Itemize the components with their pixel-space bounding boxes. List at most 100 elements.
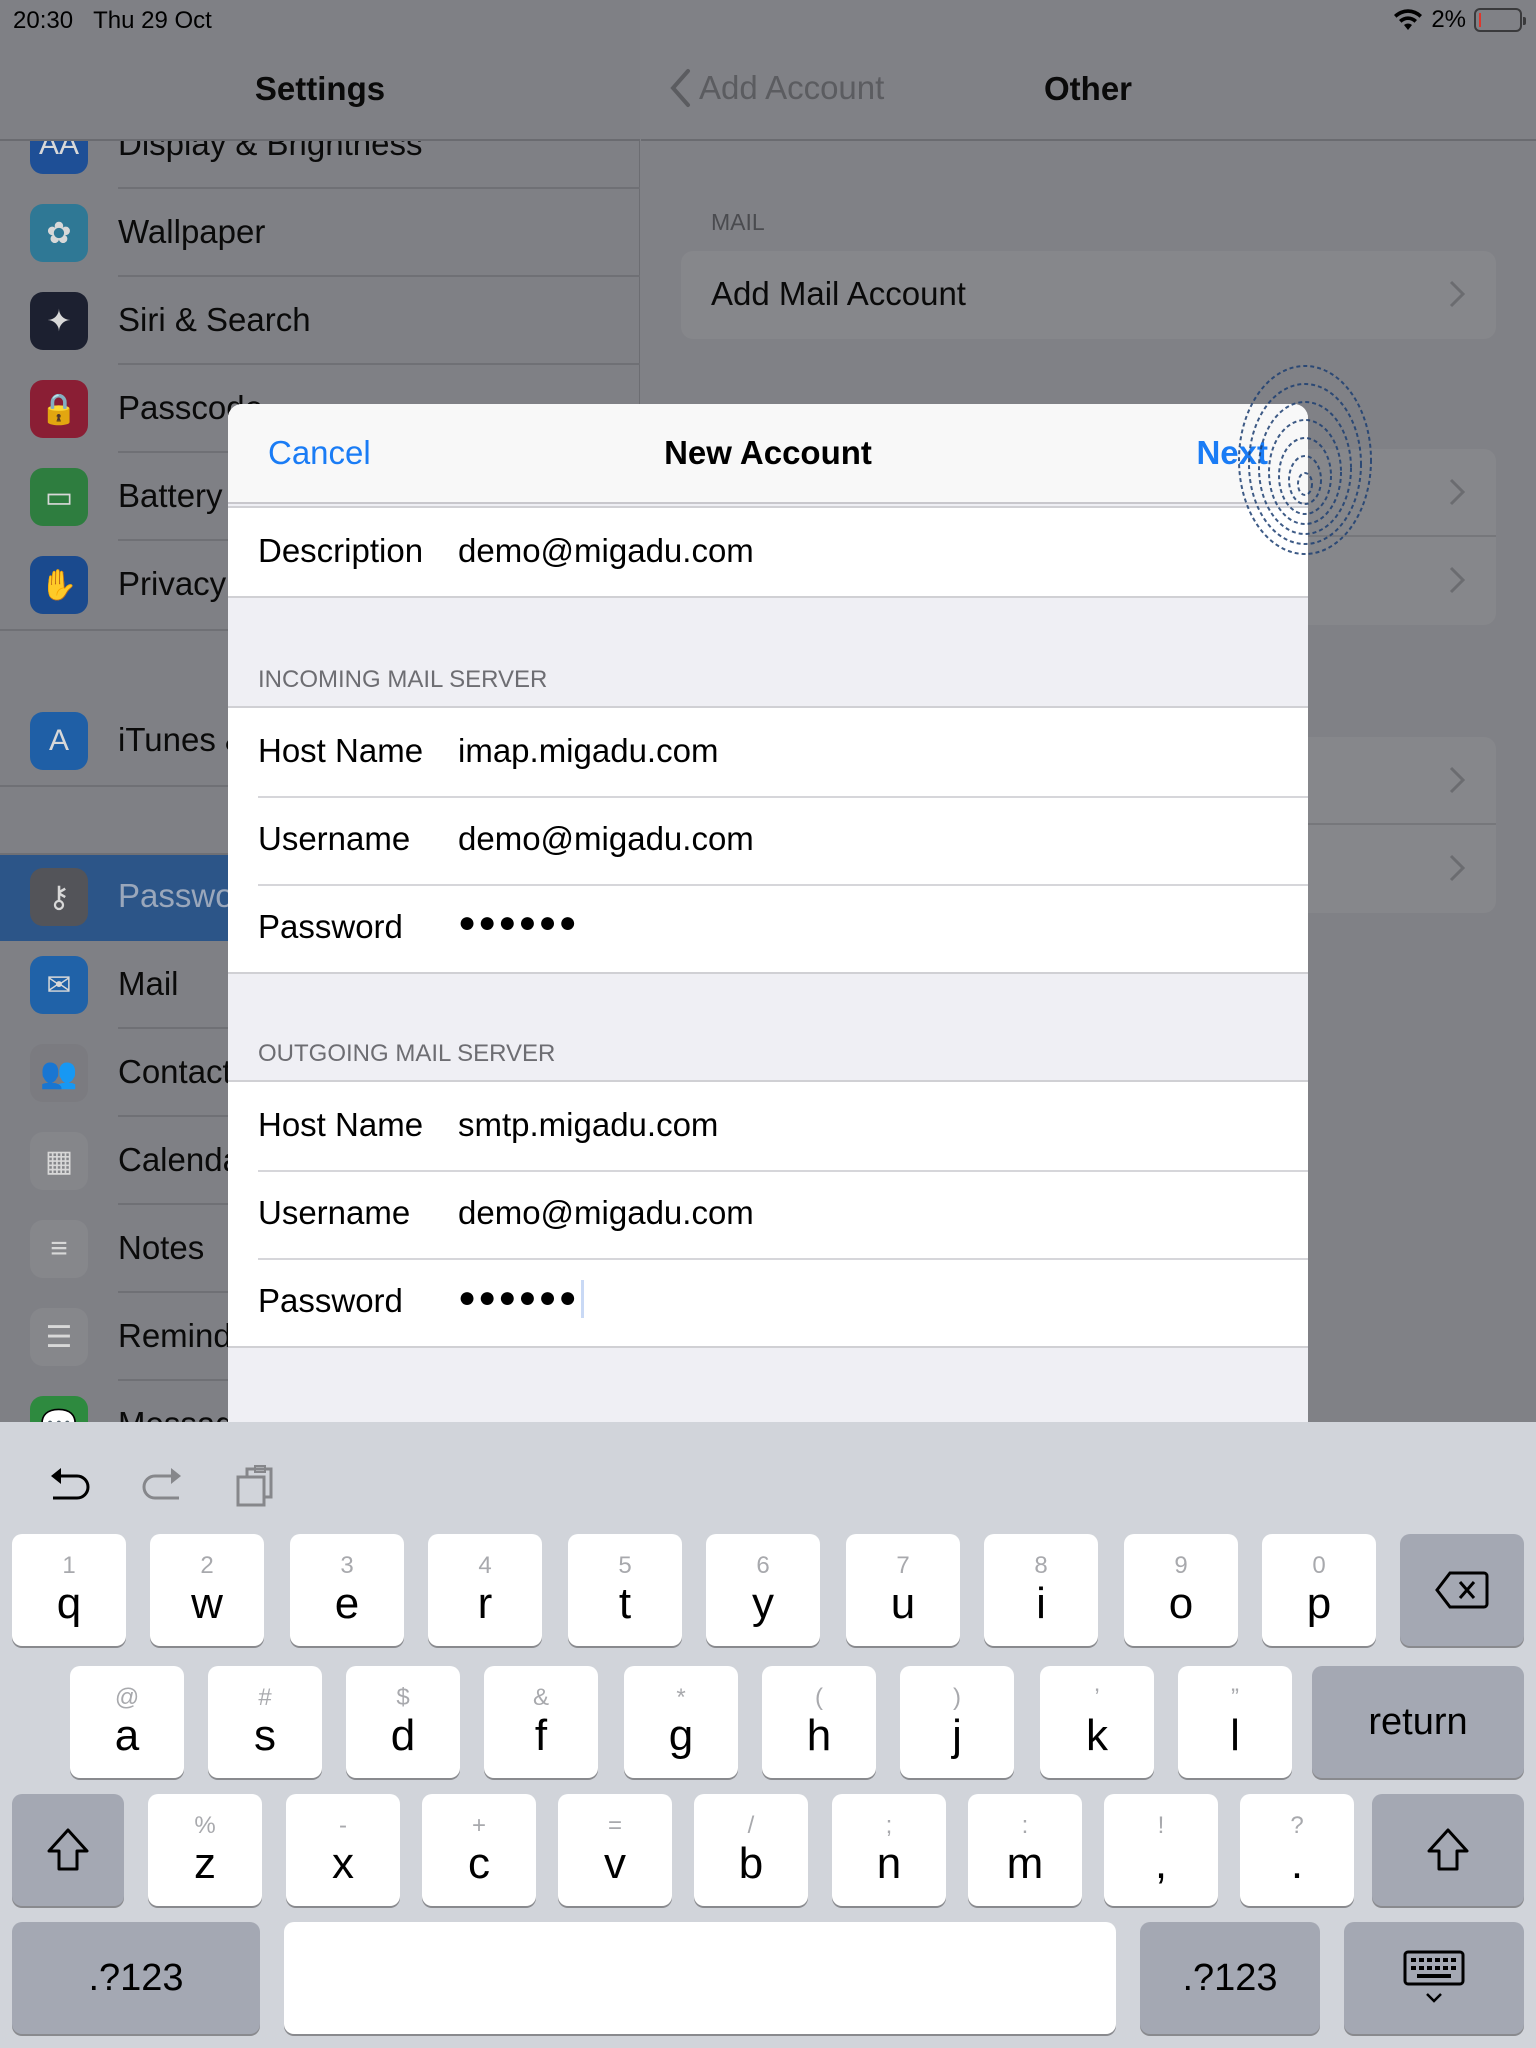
key-alt-label: 5 [618, 1552, 632, 1579]
key-p[interactable]: 0p [1262, 1534, 1376, 1646]
incoming-password-field[interactable]: ●●●●●● [458, 906, 579, 940]
battery-icon: ▭ [30, 468, 88, 526]
shift-right-key[interactable] [1372, 1794, 1524, 1906]
key-o[interactable]: 9o [1124, 1534, 1238, 1646]
key-n[interactable]: ; n [832, 1794, 946, 1906]
settings-item-label: Siri & Search [118, 301, 311, 338]
delete-key[interactable] [1400, 1534, 1524, 1646]
key-label: , [1154, 1839, 1168, 1888]
key-alt-label: 1 [62, 1552, 76, 1579]
key-s[interactable]: # s [208, 1666, 322, 1778]
back-button[interactable]: Add Account [669, 68, 884, 108]
redo-button[interactable] [132, 1456, 192, 1516]
key-e[interactable]: 3e [290, 1534, 404, 1646]
siri-icon: ✦ [30, 292, 88, 350]
key-j[interactable]: ) j [900, 1666, 1014, 1778]
reminders-icon: ☰ [30, 1308, 88, 1366]
space-key[interactable] [284, 1922, 1116, 2034]
calendar-icon: ▦ [30, 1132, 88, 1190]
chevron-right-icon [1449, 766, 1466, 794]
key-alt-label: ! [1157, 1812, 1165, 1839]
return-key-label: return [1368, 1700, 1468, 1743]
outgoing-password-field[interactable]: ●●●●●● [458, 1280, 584, 1318]
key-label: u [890, 1579, 916, 1628]
battery-percent: 2% [1431, 6, 1466, 33]
key-w[interactable]: 2w [150, 1534, 264, 1646]
key-y[interactable]: 6y [706, 1534, 820, 1646]
outgoing-password-dots: ●●●●●● [458, 1280, 579, 1314]
key-r[interactable]: 4r [428, 1534, 542, 1646]
outgoing-host-row[interactable]: Host Name smtp.migadu.com [228, 1082, 1308, 1170]
incoming-username-label: Username [258, 820, 411, 857]
key-label: e [334, 1579, 360, 1628]
incoming-password-label: Password [258, 908, 403, 945]
outgoing-host-field[interactable]: smtp.migadu.com [458, 1106, 718, 1144]
key-h[interactable]: (h [762, 1666, 876, 1778]
paste-button[interactable] [225, 1456, 285, 1516]
key-v[interactable]: = v [558, 1794, 672, 1906]
key-alt-label: @ [114, 1684, 140, 1711]
outgoing-password-row[interactable]: Password ●●●●●● [228, 1258, 1308, 1346]
incoming-password-row[interactable]: Password ●●●●●● [228, 884, 1308, 972]
key-period[interactable]: ?. [1240, 1794, 1354, 1906]
detail-title: Other [1044, 70, 1133, 107]
settings-item[interactable]: ✿ Wallpaper [0, 189, 640, 277]
privacy-hand-icon: ✋ [30, 556, 88, 614]
description-field[interactable]: demo@migadu.com [458, 532, 754, 570]
status-time: 20:30 Thu 29 Oct [13, 7, 212, 35]
key-i[interactable]: 8i [984, 1534, 1098, 1646]
key-g[interactable]: * g [624, 1666, 738, 1778]
outgoing-group: Host Name smtp.migadu.com Username demo@… [228, 1080, 1308, 1348]
key-u[interactable]: 7u [846, 1534, 960, 1646]
key-label: y [752, 1579, 774, 1628]
key-b[interactable]: / b [694, 1794, 808, 1906]
description-row[interactable]: Description demo@migadu.com [228, 508, 1308, 596]
key-alt-label: - [339, 1812, 347, 1839]
outgoing-username-field[interactable]: demo@migadu.com [458, 1194, 754, 1232]
chevron-right-icon [1449, 478, 1466, 506]
key-label: v [604, 1839, 626, 1888]
incoming-host-field[interactable]: imap.migadu.com [458, 732, 718, 770]
key-comma[interactable]: !, [1104, 1794, 1218, 1906]
key-k[interactable]: ’ k [1040, 1666, 1154, 1778]
dismiss-keyboard-key[interactable] [1344, 1922, 1524, 2034]
add-mail-account-row[interactable]: Add Mail Account [681, 251, 1496, 339]
key-label: x [332, 1839, 354, 1888]
numbers-left-key[interactable]: .?123 [12, 1922, 260, 2034]
settings-item[interactable]: ✦ Siri & Search [0, 277, 640, 365]
key-alt-label: ” [1231, 1684, 1239, 1711]
shift-left-key[interactable] [12, 1794, 124, 1906]
key-a[interactable]: @ a [70, 1666, 184, 1778]
key-c[interactable]: + c [422, 1794, 536, 1906]
key-l[interactable]: ” l [1178, 1666, 1292, 1778]
mail-group: Add Mail Account [681, 251, 1496, 339]
settings-title: Settings [254, 70, 386, 107]
undo-button[interactable] [40, 1456, 100, 1516]
outgoing-username-row[interactable]: Username demo@migadu.com [228, 1170, 1308, 1258]
key-alt-label: : [1021, 1812, 1029, 1839]
key-q[interactable]: 1q [12, 1534, 126, 1646]
key-d[interactable]: $ d [346, 1666, 460, 1778]
numbers-right-key[interactable]: .?123 [1140, 1922, 1320, 2034]
key-label: o [1168, 1579, 1194, 1628]
key-label: q [56, 1579, 82, 1628]
status-bar: 20:30 Thu 29 Oct 2% [0, 0, 1536, 40]
incoming-host-row[interactable]: Host Name imap.migadu.com [228, 708, 1308, 796]
app-store-icon: A [30, 712, 88, 770]
key-f[interactable]: & f [484, 1666, 598, 1778]
key-alt-label: 7 [896, 1552, 910, 1579]
incoming-section-header: INCOMING MAIL SERVER [258, 666, 548, 693]
key-alt-label: 6 [756, 1552, 770, 1579]
key-x[interactable]: -x [286, 1794, 400, 1906]
settings-item-label: Wallpaper [118, 213, 266, 250]
return-key[interactable]: return [1312, 1666, 1524, 1778]
key-alt-label: 0 [1312, 1552, 1326, 1579]
incoming-username-field[interactable]: demo@migadu.com [458, 820, 754, 858]
key-m[interactable]: :m [968, 1794, 1082, 1906]
incoming-username-row[interactable]: Username demo@migadu.com [228, 796, 1308, 884]
key-t[interactable]: 5t [568, 1534, 682, 1646]
key-z[interactable]: % z [148, 1794, 262, 1906]
keyboard: 1 q 2 w 3 e 4 r 5 t 6 y 7 u 8 i 9 o 0 p @ a # s $ d & f * g(h) j’ k” l% z… [0, 1422, 1536, 2048]
modal-nav-bar: Cancel New Account Next [228, 404, 1308, 504]
key-label: m [1006, 1839, 1044, 1888]
